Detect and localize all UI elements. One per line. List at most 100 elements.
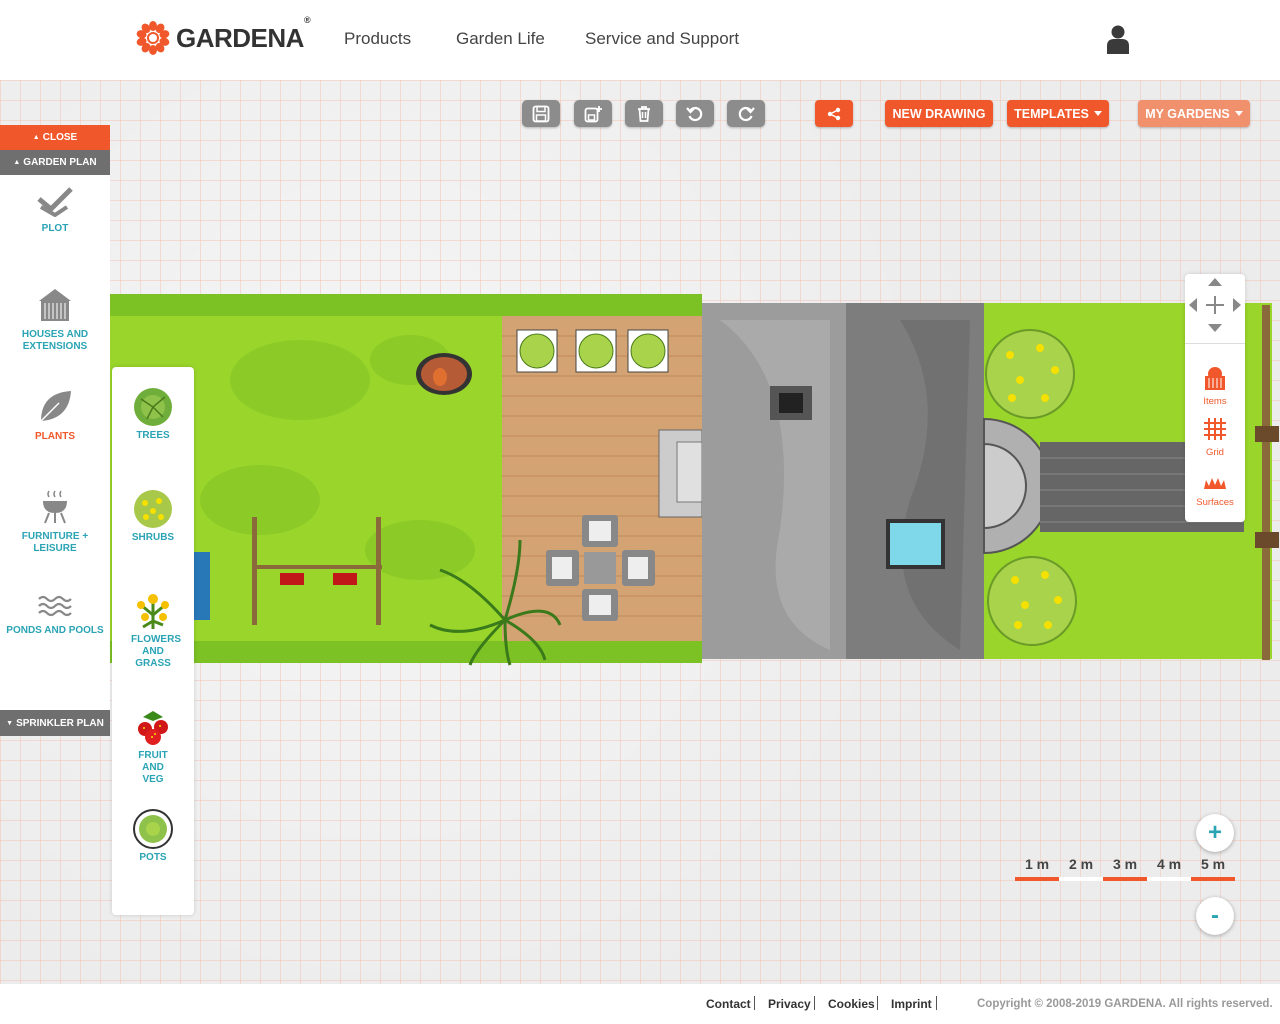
category-plants[interactable]: PLANTS xyxy=(0,389,110,443)
my-gardens-label: MY GARDENS xyxy=(1145,106,1230,121)
garden-plan-toggle[interactable]: ▲ GARDEN PLAN xyxy=(0,150,110,175)
user-icon[interactable] xyxy=(1107,24,1129,54)
footer-imprint-link[interactable]: Imprint xyxy=(891,997,932,1011)
sprinkler-plan-label: SPRINKLER PLAN xyxy=(16,717,104,729)
scale-label: 3 m xyxy=(1112,856,1138,872)
tree-icon xyxy=(134,388,172,426)
chevron-down-icon xyxy=(1234,111,1243,116)
footer-divider xyxy=(754,996,755,1010)
scale-label: 1 m xyxy=(1024,856,1050,872)
undo-icon xyxy=(686,106,703,121)
subcategory-label: TREES xyxy=(136,430,170,441)
logo-text: GARDENA® xyxy=(176,14,311,53)
category-plot[interactable]: PLOT xyxy=(0,187,110,235)
scale-segment xyxy=(1147,877,1191,881)
surfaces-label: Surfaces xyxy=(1196,497,1234,508)
new-drawing-button[interactable]: NEW DRAWING xyxy=(885,100,993,127)
surfaces-toggle[interactable]: Surfaces xyxy=(1185,475,1245,508)
items-icon xyxy=(1205,367,1225,390)
chevron-up-icon: ▲ xyxy=(13,159,21,166)
close-label: CLOSE xyxy=(42,132,78,143)
items-label: Items xyxy=(1203,396,1227,407)
copyright-text: Copyright © 2008-2019 GARDENA. All right… xyxy=(977,998,1273,1010)
leaf-icon xyxy=(40,391,71,422)
redo-icon xyxy=(738,106,755,121)
plot-icon xyxy=(37,187,73,217)
scale-label: 4 m xyxy=(1156,856,1182,872)
chevron-up-icon: ▲ xyxy=(32,134,40,141)
grid-label: Grid xyxy=(1206,447,1224,458)
category-panel: PLOT HOUSES AND EXTENSIONS PLANTS FURNIT… xyxy=(0,175,110,715)
subcategory-label: POTS xyxy=(139,852,167,863)
redo-button[interactable] xyxy=(727,100,765,127)
category-ponds[interactable]: PONDS AND POOLS xyxy=(0,593,110,637)
pan-arrows-icon xyxy=(1189,278,1241,332)
surfaces-icon xyxy=(1204,478,1226,489)
garden-plan-label: GARDEN PLAN xyxy=(23,157,97,168)
grid-toggle[interactable]: Grid xyxy=(1185,417,1245,458)
footer-divider xyxy=(877,996,878,1010)
subcategory-trees[interactable]: TREES xyxy=(112,387,194,442)
scale-label: 2 m xyxy=(1068,856,1094,872)
flower-icon xyxy=(137,594,169,629)
garden-canvas[interactable]: NEW DRAWING TEMPLATES MY GARDENS ▲ CLOSE … xyxy=(0,80,1280,984)
scale-segment xyxy=(1059,877,1103,881)
subcategory-pots[interactable]: POTS xyxy=(112,809,194,864)
templates-dropdown[interactable]: TEMPLATES xyxy=(1007,100,1109,127)
pan-control[interactable] xyxy=(1185,274,1245,344)
grid-icon xyxy=(1204,418,1226,440)
house-icon xyxy=(39,289,71,321)
gardena-logo[interactable]: GARDENA® xyxy=(136,14,311,56)
scale-segment xyxy=(1103,877,1147,881)
category-label: PLOT xyxy=(41,223,69,234)
undo-button[interactable] xyxy=(676,100,714,127)
footer-privacy-link[interactable]: Privacy xyxy=(768,997,811,1011)
save-button[interactable] xyxy=(522,100,560,127)
view-control-panel: Items Grid Surfaces xyxy=(1185,274,1245,522)
scale-segment xyxy=(1191,877,1235,881)
plants-subpanel: TREES SHRUBS FLOWERS AND GRASS FRUIT AND… xyxy=(112,367,194,915)
scale-label: 5 m xyxy=(1200,856,1226,872)
items-toggle[interactable]: Items xyxy=(1185,366,1245,407)
chevron-down-icon: ▼ xyxy=(6,719,14,727)
category-furniture[interactable]: FURNITURE + LEISURE xyxy=(0,489,110,555)
footer-divider xyxy=(936,996,937,1010)
subcategory-label: FLOWERS AND GRASS xyxy=(131,634,181,669)
delete-button[interactable] xyxy=(625,100,663,127)
trash-icon xyxy=(638,105,650,122)
scale-segment xyxy=(1015,877,1059,881)
zoom-in-button[interactable]: + xyxy=(1196,814,1234,852)
subcategory-fruit-veg[interactable]: FRUIT AND VEG xyxy=(112,707,194,786)
category-label: PONDS AND POOLS xyxy=(6,625,104,636)
grill-icon xyxy=(43,490,67,524)
chevron-down-icon xyxy=(1093,111,1102,116)
subcategory-label: SHRUBS xyxy=(131,532,175,543)
my-gardens-dropdown[interactable]: MY GARDENS xyxy=(1138,100,1250,127)
subcategory-flowers[interactable]: FLOWERS AND GRASS xyxy=(112,591,194,670)
share-button[interactable] xyxy=(815,100,853,127)
footer-contact-link[interactable]: Contact xyxy=(706,997,751,1011)
gardena-sun-icon xyxy=(136,21,170,55)
save-icon xyxy=(532,105,550,122)
share-icon xyxy=(827,107,841,120)
subcategory-label: FRUIT AND VEG xyxy=(138,750,168,785)
templates-label: TEMPLATES xyxy=(1014,106,1089,121)
water-icon xyxy=(38,595,72,617)
subcategory-shrubs[interactable]: SHRUBS xyxy=(112,489,194,544)
scale-bar: 1 m 2 m 3 m 4 m 5 m xyxy=(1015,856,1235,884)
sprinkler-plan-toggle[interactable]: ▼ SPRINKLER PLAN xyxy=(0,710,110,736)
footer-divider xyxy=(814,996,815,1010)
save-as-button[interactable] xyxy=(574,100,612,127)
nav-products[interactable]: Products xyxy=(344,29,411,49)
save-as-icon xyxy=(584,105,602,122)
strawberry-icon xyxy=(138,711,168,745)
category-houses[interactable]: HOUSES AND EXTENSIONS xyxy=(0,287,110,353)
nav-garden-life[interactable]: Garden Life xyxy=(456,29,545,49)
pot-icon xyxy=(133,809,173,849)
footer-cookies-link[interactable]: Cookies xyxy=(828,997,875,1011)
category-label: FURNITURE + LEISURE xyxy=(21,531,89,554)
zoom-out-button[interactable]: - xyxy=(1196,897,1234,935)
nav-service-support[interactable]: Service and Support xyxy=(585,29,739,49)
close-panel-button[interactable]: ▲ CLOSE xyxy=(0,125,110,150)
category-label: PLANTS xyxy=(35,431,75,442)
